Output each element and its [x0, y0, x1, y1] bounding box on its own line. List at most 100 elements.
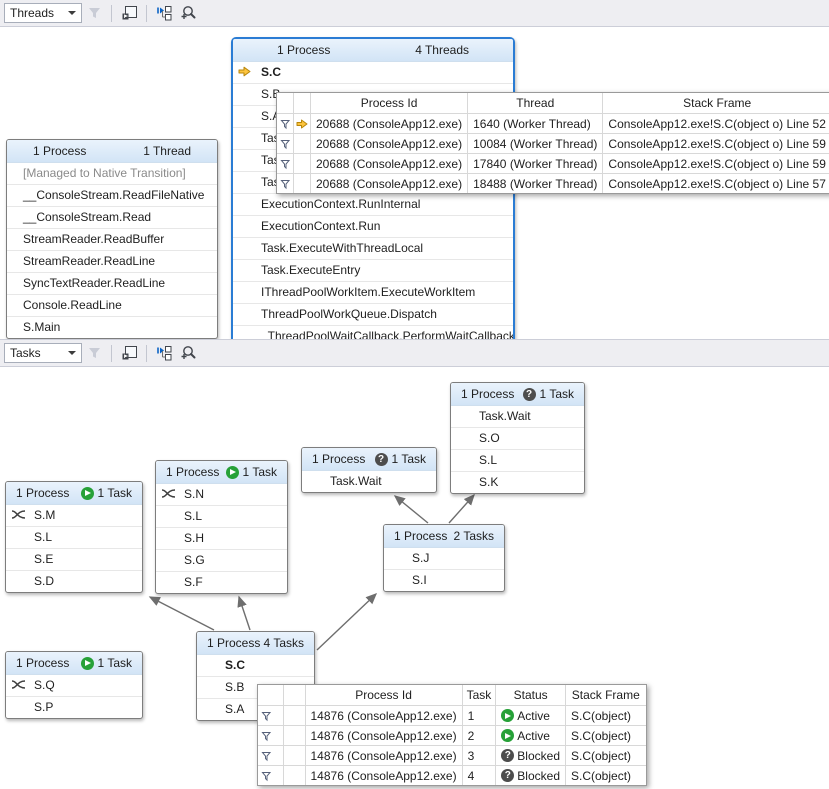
- frame-label: S.I: [412, 573, 427, 587]
- stack-frame-row-current[interactable]: S.C: [233, 62, 513, 84]
- thread-stack-node-main[interactable]: 1 Process 1 Thread [Managed to Native Tr…: [6, 139, 218, 339]
- stack-frame-row[interactable]: __ConsoleStream.Read: [7, 207, 217, 229]
- frame-label: [Managed to Native Transition]: [23, 166, 186, 180]
- cell-status: Blocked: [517, 749, 560, 763]
- stack-frame-row[interactable]: Task.ExecuteEntry: [233, 260, 513, 282]
- stack-frame-row[interactable]: Task.Wait: [302, 471, 436, 492]
- filter-flagged-button[interactable]: [83, 342, 105, 364]
- frame-label: S.Q: [34, 678, 55, 692]
- cell-task: 1: [462, 706, 496, 726]
- task-stack-node-sn[interactable]: 1 Process 1 Task S.N S.L S.H S.G S.F: [155, 460, 288, 594]
- node-task-count: 1 Task: [243, 465, 277, 479]
- stack-frame-row[interactable]: [Managed to Native Transition]: [7, 163, 217, 185]
- task-stack-node-sk[interactable]: 1 Process 1 Task Task.Wait S.O S.L S.K: [450, 382, 585, 494]
- parallel-stacks-tasks-canvas: 1 Process 1 Task Task.Wait S.O S.L S.K 1…: [0, 367, 829, 789]
- tasks-tooltip-table: Process Id Task Status Stack Frame 14876…: [258, 685, 646, 785]
- stack-frame-row[interactable]: StreamReader.ReadBuffer: [7, 229, 217, 251]
- toggle-method-view-button[interactable]: [153, 342, 175, 364]
- show-only-flagged-icon: [121, 5, 138, 21]
- stack-frame-row[interactable]: S.G: [156, 550, 287, 572]
- stack-frame-row[interactable]: S.P: [6, 697, 142, 718]
- frame-label: S.O: [479, 431, 500, 445]
- frame-label: S.F: [184, 575, 203, 589]
- task-stack-node-two-tasks[interactable]: 1 Process 2 Tasks S.J S.I: [383, 524, 505, 592]
- cell-stack-frame: ConsoleApp12.exe!S.C(object o) Line 52: [603, 114, 829, 134]
- node-thread-count: 1 Thread: [143, 144, 191, 158]
- stack-frame-row[interactable]: S.D: [6, 571, 142, 592]
- flag-funnel-icon: [260, 770, 272, 782]
- col-process-id: Process Id: [311, 93, 468, 114]
- auto-scroll-button[interactable]: [177, 342, 199, 364]
- col-stack-frame: Stack Frame: [603, 93, 829, 114]
- stack-frame-row[interactable]: StreamReader.ReadLine: [7, 251, 217, 273]
- stack-frame-row-active[interactable]: S.Q: [6, 675, 142, 697]
- node-task-count: 2 Tasks: [454, 529, 494, 543]
- stack-frame-row-active[interactable]: S.N: [156, 484, 287, 506]
- node-header: 1 Process 2 Tasks: [384, 525, 504, 548]
- cell-process-id: 20688 (ConsoleApp12.exe): [311, 174, 468, 194]
- stack-frame-row[interactable]: S.K: [451, 472, 584, 493]
- running-status-icon: [81, 657, 94, 670]
- node-header: 1 Process 1 Task: [6, 482, 142, 505]
- node-header: 1 Process 4 Threads: [233, 39, 513, 62]
- filter-flagged-button[interactable]: [83, 2, 105, 24]
- stack-frame-row[interactable]: IThreadPoolWorkItem.ExecuteWorkItem: [233, 282, 513, 304]
- stack-frame-row[interactable]: __ConsoleStream.ReadFileNative: [7, 185, 217, 207]
- task-stack-node-wait[interactable]: 1 Process 1 Task Task.Wait: [301, 447, 437, 493]
- stack-frame-row[interactable]: S.E: [6, 549, 142, 571]
- tasks-view-selector[interactable]: Tasks: [4, 343, 82, 363]
- blocked-status-icon: [501, 769, 514, 782]
- toolbar-separator: [111, 5, 112, 22]
- task-stack-node-sq[interactable]: 1 Process 1 Task S.Q S.P: [5, 651, 143, 719]
- stack-frame-row[interactable]: Task.Wait: [451, 406, 584, 428]
- task-stack-node-sm[interactable]: 1 Process 1 Task S.M S.L S.E S.D: [5, 481, 143, 593]
- stack-frame-row[interactable]: ThreadPoolWorkQueue.Dispatch: [233, 304, 513, 326]
- stack-frame-row[interactable]: S.C: [197, 655, 314, 677]
- cell-status: Active: [517, 729, 550, 743]
- toggle-method-view-button[interactable]: [153, 2, 175, 24]
- frame-label: __ConsoleStream.ReadFileNative: [23, 188, 204, 202]
- auto-scroll-button[interactable]: [177, 2, 199, 24]
- cell-process-id: 14876 (ConsoleApp12.exe): [305, 766, 462, 786]
- stack-frame-row[interactable]: S.Main: [7, 317, 217, 338]
- show-only-flagged-button[interactable]: [118, 342, 140, 364]
- frame-label: S.L: [479, 453, 497, 467]
- stack-frame-row[interactable]: S.L: [6, 527, 142, 549]
- frame-label: S.L: [184, 509, 202, 523]
- node-header: 1 Process 4 Tasks: [197, 632, 314, 655]
- frame-label: Task.ExecuteWithThreadLocal: [261, 241, 423, 255]
- stack-frame-row[interactable]: _ThreadPoolWaitCallback.PerformWaitCallb…: [233, 326, 513, 339]
- stack-frame-row[interactable]: ExecutionContext.Run: [233, 216, 513, 238]
- filter-funnel-icon: [87, 346, 102, 360]
- stack-frame-row[interactable]: ExecutionContext.RunInternal: [233, 194, 513, 216]
- stack-frame-row[interactable]: S.L: [451, 450, 584, 472]
- cell-thread: 1640 (Worker Thread): [468, 114, 603, 134]
- show-only-flagged-button[interactable]: [118, 2, 140, 24]
- flag-funnel-icon: [260, 710, 272, 722]
- col-task: Task: [462, 685, 496, 706]
- frame-label: S.P: [34, 700, 53, 714]
- cell-process-id: 20688 (ConsoleApp12.exe): [311, 114, 468, 134]
- frame-label: S.N: [184, 487, 204, 501]
- flag-funnel-icon: [279, 158, 291, 170]
- stack-frame-row[interactable]: S.L: [156, 506, 287, 528]
- threads-view-selector[interactable]: Threads: [4, 3, 82, 23]
- filter-funnel-icon: [87, 6, 102, 20]
- frame-label: S.G: [184, 553, 205, 567]
- stack-frame-row[interactable]: Console.ReadLine: [7, 295, 217, 317]
- stack-frame-row-active[interactable]: S.M: [6, 505, 142, 527]
- tooltip-row: 20688 (ConsoleApp12.exe) 17840 (Worker T…: [277, 154, 829, 174]
- stack-frame-row[interactable]: SyncTextReader.ReadLine: [7, 273, 217, 295]
- stack-frame-row[interactable]: S.H: [156, 528, 287, 550]
- node-process-count: 1 Process: [16, 486, 69, 500]
- node-header: 1 Process 1 Task: [156, 461, 287, 484]
- stack-frame-row[interactable]: S.J: [384, 548, 504, 570]
- stack-frame-row[interactable]: S.F: [156, 572, 287, 593]
- current-frame-arrow-icon: [296, 119, 308, 129]
- stack-frame-row[interactable]: S.O: [451, 428, 584, 450]
- stack-frame-row[interactable]: S.I: [384, 570, 504, 591]
- stack-frame-row[interactable]: Task.ExecuteWithThreadLocal: [233, 238, 513, 260]
- cell-thread: 18488 (Worker Thread): [468, 174, 603, 194]
- toggle-method-view-icon: [156, 345, 173, 361]
- cell-stack-frame: ConsoleApp12.exe!S.C(object o) Line 57: [603, 174, 829, 194]
